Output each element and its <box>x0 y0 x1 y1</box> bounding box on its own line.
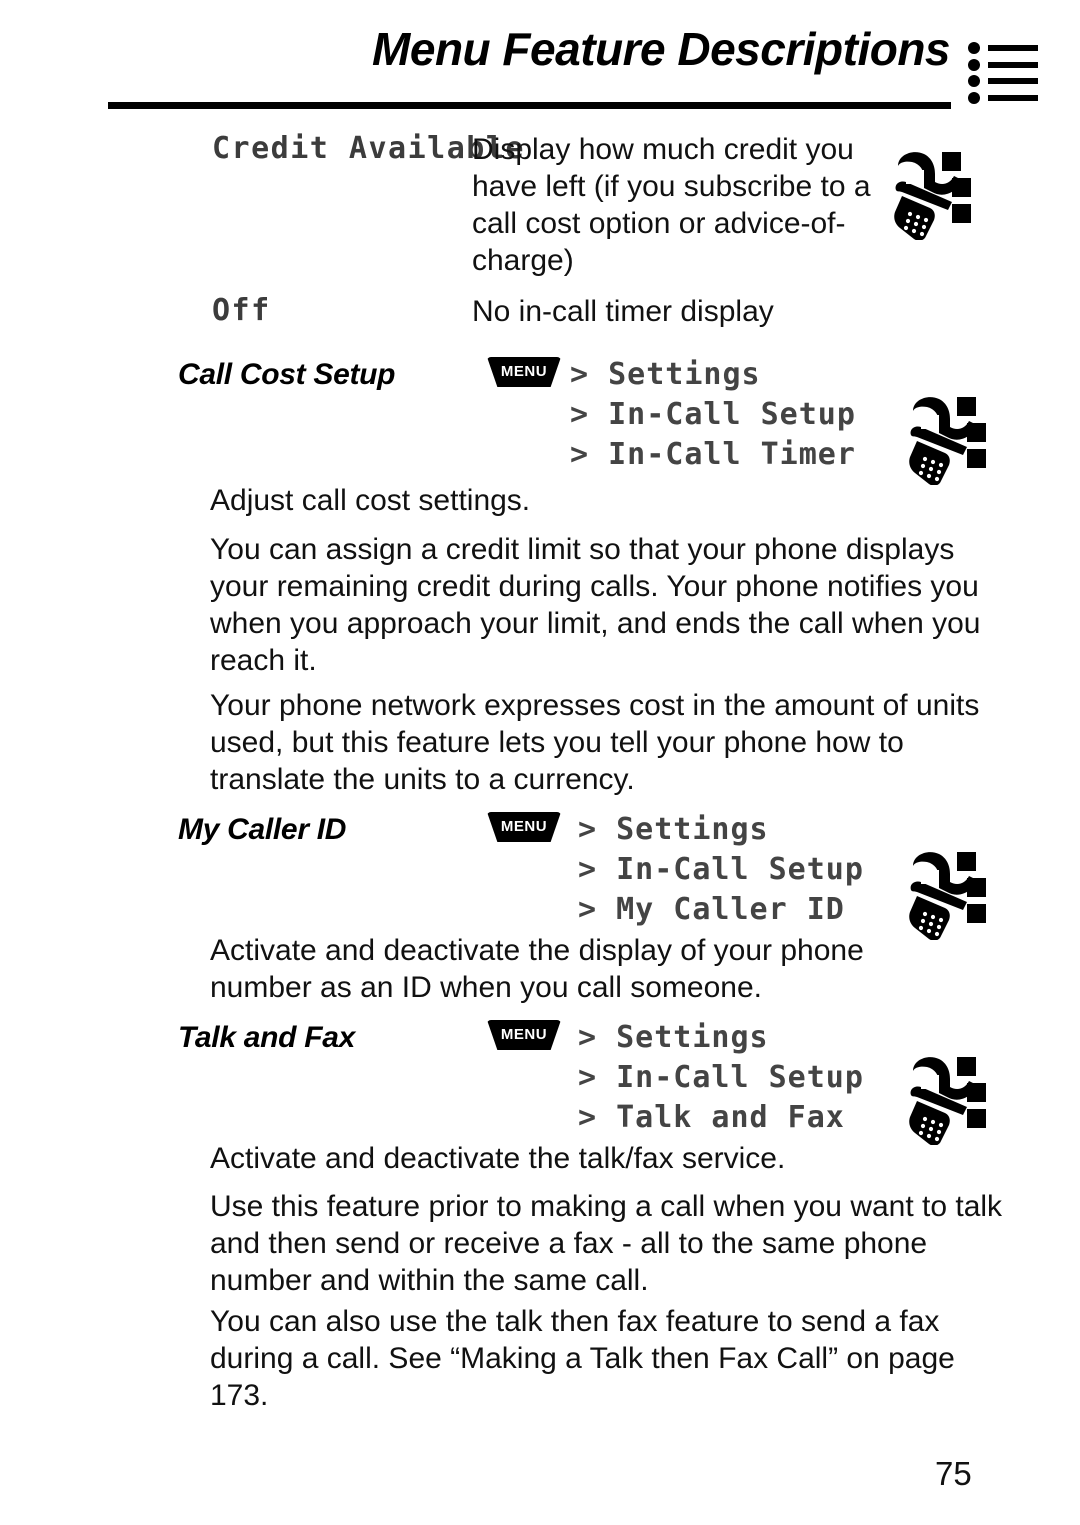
menu-key-label: MENU <box>500 363 548 380</box>
list-icon-row <box>968 90 1040 107</box>
menu-path-step: > In-Call Setup <box>578 1060 864 1095</box>
bulleted-list-icon <box>968 40 1040 106</box>
paragraph-talk-then-fax-ref: You can also use the talk then fax featu… <box>210 1305 955 1412</box>
flip-phone-signal-icon <box>880 140 980 240</box>
flip-phone-signal-icon <box>895 1045 995 1145</box>
flip-phone-signal-icon <box>895 385 995 485</box>
menu-path-talk-and-fax: > Settings > In-Call Setup > Talk and Fa… <box>578 1018 864 1138</box>
page-number: 75 <box>935 1455 972 1492</box>
list-icon-row <box>968 57 1040 74</box>
section-heading-talk-and-fax: Talk and Fax <box>178 1021 356 1054</box>
menu-path-step: > Settings <box>578 1020 769 1055</box>
menu-path-my-caller-id: > Settings > In-Call Setup > My Caller I… <box>578 810 864 930</box>
paragraph-talk-fax-usage: Use this feature prior to making a call … <box>210 1190 1003 1297</box>
manual-page: Menu Feature Descriptions Credit Availab… <box>0 0 1080 1525</box>
description-off: No in-call timer display <box>472 295 774 328</box>
section-heading-my-caller-id: My Caller ID <box>178 813 347 846</box>
menu-key-label: MENU <box>500 818 548 835</box>
menu-path-step: > Settings <box>570 357 761 392</box>
menu-key-icon[interactable]: MENU <box>487 812 561 842</box>
menu-path-step: > My Caller ID <box>578 892 845 927</box>
paragraph-caller-id: Activate and deactivate the display of y… <box>210 934 864 1004</box>
list-icon-row <box>968 40 1040 57</box>
title-divider <box>108 102 951 109</box>
description-credit-available: Display how much credit you have left (i… <box>472 133 871 277</box>
paragraph-talk-fax-service: Activate and deactivate the talk/fax ser… <box>210 1142 786 1175</box>
menu-path-step: > Settings <box>578 812 769 847</box>
term-off: Off <box>212 293 271 328</box>
list-icon-row <box>968 73 1040 90</box>
paragraph-network-units: Your phone network expresses cost in the… <box>210 689 980 796</box>
menu-path-call-cost-setup: > Settings > In-Call Setup > In-Call Tim… <box>570 355 856 475</box>
flip-phone-signal-icon <box>895 840 995 940</box>
paragraph-adjust-call-cost: Adjust call cost settings. <box>210 484 531 517</box>
menu-key-icon[interactable]: MENU <box>487 357 561 387</box>
menu-key-label: MENU <box>500 1026 548 1043</box>
menu-path-step: > In-Call Setup <box>570 397 856 432</box>
page-header: Menu Feature Descriptions <box>0 22 1080 109</box>
menu-path-step: > In-Call Timer <box>570 437 856 472</box>
menu-path-step: > Talk and Fax <box>578 1100 845 1135</box>
paragraph-credit-limit: You can assign a credit limit so that yo… <box>210 533 981 677</box>
section-heading-call-cost-setup: Call Cost Setup <box>178 358 396 391</box>
page-title: Menu Feature Descriptions <box>372 23 950 75</box>
menu-path-step: > In-Call Setup <box>578 852 864 887</box>
menu-key-icon[interactable]: MENU <box>487 1020 561 1050</box>
